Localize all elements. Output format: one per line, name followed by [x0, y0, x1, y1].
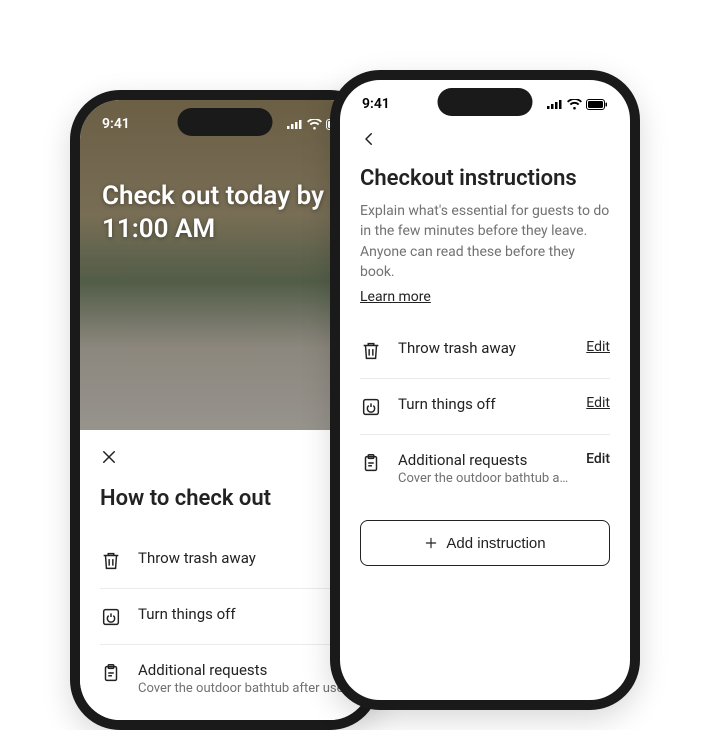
page-description: Explain what's essential for guests to d…: [360, 201, 610, 282]
item-title: Turn things off: [398, 395, 570, 413]
battery-icon: [586, 99, 608, 110]
learn-more-link[interactable]: Learn more: [360, 289, 431, 305]
edit-button[interactable]: Edit: [586, 451, 610, 467]
edit-button[interactable]: Edit: [586, 339, 610, 355]
power-icon: [100, 606, 122, 628]
wifi-icon: [307, 119, 322, 130]
edit-button[interactable]: Edit: [586, 395, 610, 411]
signal-icon: [287, 119, 303, 129]
list-item: Throw trash away Edit: [360, 323, 610, 379]
item-title: Additional requests: [398, 451, 570, 469]
phone-host-view: 9:41 Checkout instructions Explain what'…: [330, 70, 640, 710]
sheet-title: How to check out: [100, 486, 350, 511]
item-subtitle: Cover the outdoor bathtub after use: [138, 681, 350, 696]
hero-title: Check out today by 11:00 AM: [102, 180, 348, 245]
status-icons: [547, 99, 608, 110]
hero: 9:41 Check out today by 11:00 AM: [80, 100, 370, 430]
plus-icon: [424, 536, 438, 550]
instruction-list: Throw trash away Turn things off Additio…: [100, 533, 350, 712]
add-instruction-label: Add instruction: [446, 535, 545, 552]
dynamic-island: [438, 88, 533, 116]
trash-icon: [360, 340, 382, 362]
back-icon[interactable]: [360, 130, 378, 148]
checkout-sheet: How to check out Throw trash away Turn t…: [80, 430, 370, 720]
list-item: Turn things off Edit: [360, 379, 610, 435]
list-item: Additional requests Cover the outdoor ba…: [360, 435, 610, 502]
page-title: Checkout instructions: [360, 166, 610, 191]
page-content: Checkout instructions Explain what's ess…: [340, 120, 630, 566]
item-title: Throw trash away: [398, 339, 570, 357]
signal-icon: [547, 99, 563, 109]
power-icon: [360, 396, 382, 418]
item-title: Throw trash away: [138, 549, 350, 567]
clipboard-icon: [100, 662, 122, 684]
status-time: 9:41: [102, 116, 130, 132]
add-instruction-button[interactable]: Add instruction: [360, 520, 610, 566]
trash-icon: [100, 550, 122, 572]
list-item: Additional requests Cover the outdoor ba…: [100, 645, 350, 712]
wifi-icon: [567, 99, 582, 110]
list-item: Throw trash away: [100, 533, 350, 589]
close-icon[interactable]: [100, 448, 118, 466]
list-item: Turn things off: [100, 589, 350, 645]
item-title: Additional requests: [138, 661, 350, 679]
status-time: 9:41: [362, 96, 390, 112]
clipboard-icon: [360, 452, 382, 474]
item-subtitle: Cover the outdoor bathtub after use: [398, 471, 570, 486]
item-title: Turn things off: [138, 605, 350, 623]
dynamic-island: [178, 108, 273, 136]
instruction-list: Throw trash away Edit Turn things off Ed…: [360, 323, 610, 502]
